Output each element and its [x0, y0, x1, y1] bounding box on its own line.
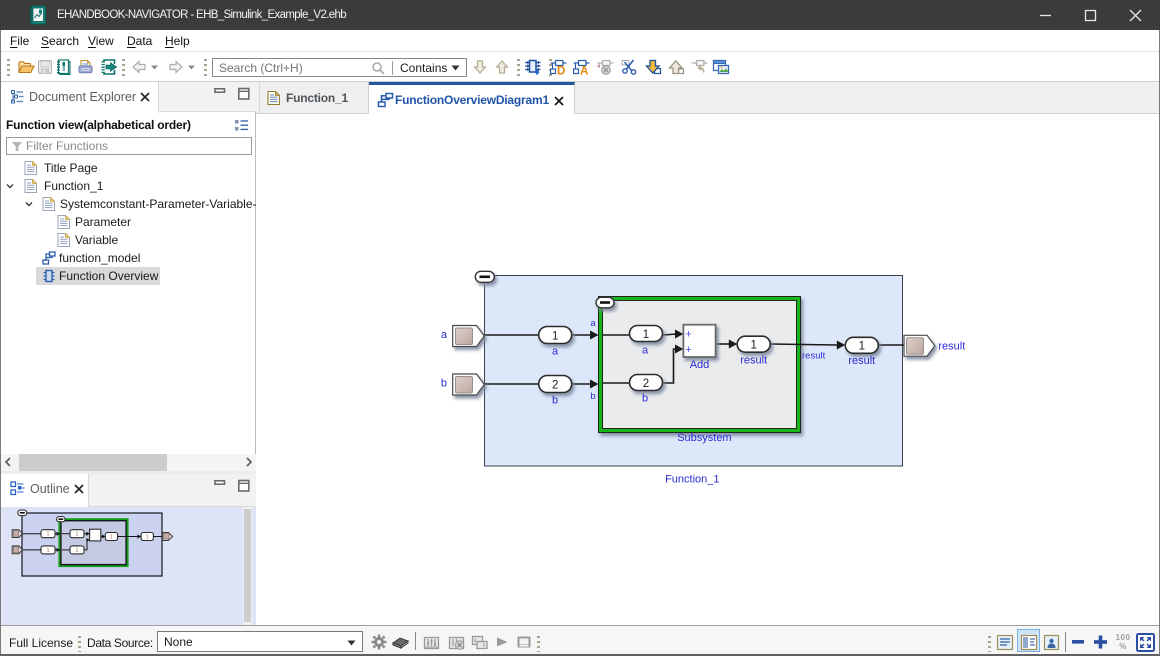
svg-text:b: b: [441, 378, 447, 390]
svg-text:+: +: [685, 329, 691, 341]
svg-text:b: b: [590, 391, 595, 402]
svg-text:result: result: [802, 351, 826, 362]
svg-text:1: 1: [47, 548, 50, 554]
svg-text:b: b: [552, 395, 558, 407]
svg-text:1: 1: [110, 535, 113, 541]
svg-text:a: a: [642, 345, 649, 357]
svg-text:result: result: [848, 355, 875, 367]
svg-text:b: b: [642, 393, 648, 405]
svg-text:1: 1: [552, 331, 558, 343]
svg-text:a: a: [552, 346, 559, 358]
svg-text:A: A: [580, 66, 588, 76]
svg-text:result: result: [740, 355, 767, 367]
svg-text:result: result: [938, 341, 965, 353]
svg-text:a: a: [441, 329, 448, 341]
svg-text:2: 2: [643, 378, 649, 390]
svg-text:1: 1: [750, 340, 756, 352]
svg-text:1: 1: [76, 548, 79, 554]
svg-text:+: +: [685, 344, 691, 356]
svg-text:1: 1: [76, 532, 79, 538]
svg-text:1: 1: [47, 532, 50, 538]
svg-text:2: 2: [552, 380, 558, 392]
svg-text:1: 1: [146, 535, 149, 541]
svg-text:a: a: [590, 318, 596, 329]
svg-text:1: 1: [859, 341, 865, 353]
svg-text:D: D: [557, 66, 565, 76]
svg-text:Subsystem: Subsystem: [677, 432, 731, 444]
svg-text:Add: Add: [690, 359, 710, 371]
svg-text:1: 1: [643, 329, 649, 341]
svg-text:Function_1: Function_1: [665, 474, 719, 486]
